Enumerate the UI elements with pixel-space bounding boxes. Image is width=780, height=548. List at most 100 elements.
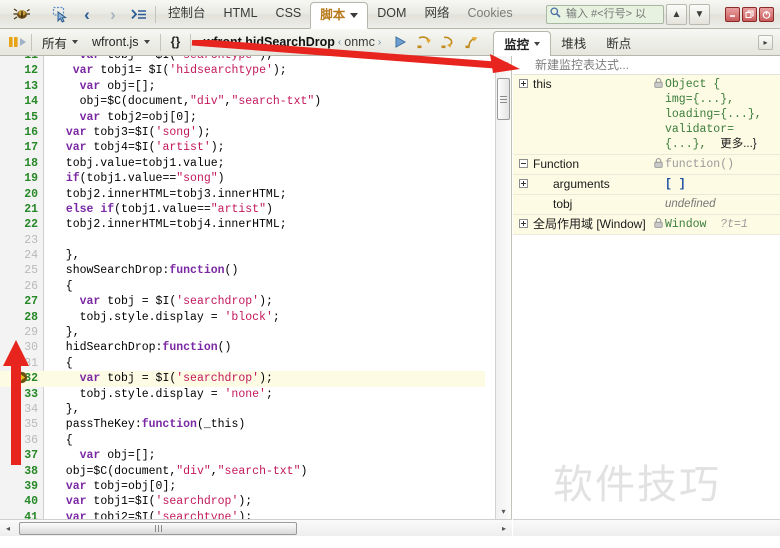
code-line[interactable]: 14 obj=$C(document,"div","search-txt")	[0, 94, 485, 109]
line-number[interactable]: 40	[0, 494, 44, 509]
code-line[interactable]: 18 tobj.value=tobj1.value;	[0, 156, 485, 171]
line-number[interactable]: 18	[0, 156, 44, 171]
watch-row[interactable]: thisObject { img={...}, loading={...}, v…	[513, 75, 780, 155]
line-number[interactable]: 39	[0, 479, 44, 494]
line-number[interactable]: 14	[0, 94, 44, 109]
code-line[interactable]: 39 var tobj=obj[0];	[0, 479, 485, 494]
tab-script[interactable]: 脚本	[310, 2, 368, 29]
line-number[interactable]: 29	[0, 325, 44, 340]
firebug-bug-icon[interactable]	[8, 2, 34, 26]
breadcrumb-next-function[interactable]: onmc	[344, 35, 375, 49]
line-number[interactable]: 15	[0, 110, 44, 125]
line-number[interactable]: 36	[0, 433, 44, 448]
line-number[interactable]: 25	[0, 263, 44, 278]
line-number[interactable]: 11	[0, 56, 44, 63]
watch-row[interactable]: arguments[ ]	[513, 175, 780, 195]
line-number[interactable]: 19	[0, 171, 44, 186]
panel-menu-button[interactable]	[126, 2, 152, 26]
nav-forward-button[interactable]: ›	[100, 2, 126, 26]
code-line[interactable]: 22 tobj2.innerHTML=tobj4.innerHTML;	[0, 217, 485, 232]
hscroll-left-button[interactable]: ◂	[0, 520, 16, 536]
code-line[interactable]: 11 var tobj = $I('searchtype');	[0, 56, 485, 63]
line-number[interactable]: 20	[0, 187, 44, 202]
step-out-button[interactable]	[460, 31, 484, 53]
expand-toggle-icon[interactable]	[513, 75, 533, 154]
line-number[interactable]: 30	[0, 340, 44, 355]
expand-toggle-icon[interactable]	[513, 215, 533, 234]
code-line[interactable]: 38 obj=$C(document,"div","search-txt")	[0, 464, 485, 479]
code-line[interactable]: 23	[0, 233, 485, 248]
code-line[interactable]: 16 var tobj3=$I('song');	[0, 125, 485, 140]
line-number[interactable]: 21	[0, 202, 44, 217]
tab-html[interactable]: HTML	[215, 0, 267, 29]
code-line[interactable]: 36 {	[0, 433, 485, 448]
line-number[interactable]: 31	[0, 356, 44, 371]
tab-console[interactable]: 控制台	[159, 0, 215, 29]
line-number[interactable]: 27	[0, 294, 44, 309]
code-line[interactable]: 17 var tobj4=$I('artist');	[0, 140, 485, 155]
horizontal-scroll-thumb[interactable]	[19, 522, 297, 535]
new-watch-expression-input[interactable]: 新建监控表达式...	[513, 56, 780, 75]
breakpoint-marker-icon[interactable]	[15, 371, 28, 384]
line-number[interactable]: 23	[0, 233, 44, 248]
close-button[interactable]	[759, 7, 774, 22]
code-line[interactable]: 13 var obj=[];	[0, 79, 485, 94]
search-prev-button[interactable]: ▲	[666, 4, 687, 25]
code-line[interactable]: 31 {	[0, 356, 485, 371]
inspect-element-icon[interactable]	[48, 2, 74, 26]
code-line[interactable]: 40 var tobj1=$I('searchdrop');	[0, 494, 485, 509]
code-vertical-scrollbar[interactable]: ▾	[495, 56, 511, 519]
code-line[interactable]: 27 var tobj = $I('searchdrop');	[0, 294, 485, 309]
code-line[interactable]: 28 tobj.style.display = 'block';	[0, 310, 485, 325]
line-number[interactable]: 24	[0, 248, 44, 263]
watch-row[interactable]: tobjundefined	[513, 195, 780, 215]
search-input[interactable]	[564, 7, 659, 21]
nav-back-button[interactable]: ‹	[74, 2, 100, 26]
code-line[interactable]: 26 {	[0, 279, 485, 294]
search-next-button[interactable]: ▼	[689, 4, 710, 25]
code-line[interactable]: 12 var tobj1= $I('hidsearchtype');	[0, 63, 485, 78]
tab-dom[interactable]: DOM	[368, 0, 415, 29]
line-number[interactable]: 17	[0, 140, 44, 155]
code-line[interactable]: 15 var tobj2=obj[0];	[0, 110, 485, 125]
code-line[interactable]: 21 else if(tobj1.value=="artist")	[0, 202, 485, 217]
line-number[interactable]: 12	[0, 63, 44, 78]
code-line[interactable]: 35 passTheKey:function(_this)	[0, 417, 485, 432]
step-into-button[interactable]	[436, 31, 460, 53]
watch-row[interactable]: Functionfunction()	[513, 155, 780, 175]
breadcrumb-prev-icon[interactable]: ‹	[194, 37, 203, 48]
collapse-toggle-icon[interactable]	[513, 155, 533, 174]
line-number[interactable]: 32	[0, 371, 44, 386]
code-line[interactable]: 41 var tobj2=$I('searchtype');	[0, 510, 485, 519]
code-line[interactable]: 34 },	[0, 402, 485, 417]
code-line[interactable]: 32 var tobj = $I('searchdrop');	[0, 371, 485, 386]
hscroll-right-button[interactable]: ▸	[496, 520, 512, 536]
line-number[interactable]: 16	[0, 125, 44, 140]
line-number[interactable]: 38	[0, 464, 44, 479]
line-number[interactable]: 13	[0, 79, 44, 94]
scope-selector[interactable]: 所有	[35, 29, 85, 55]
line-number[interactable]: 22	[0, 217, 44, 232]
code-line[interactable]: 33 tobj.style.display = 'none';	[0, 387, 485, 402]
line-number[interactable]: 41	[0, 510, 44, 519]
line-number[interactable]: 35	[0, 417, 44, 432]
code-horizontal-scrollbar[interactable]: ◂ ▸	[0, 519, 512, 536]
tab-watch[interactable]: 监控	[493, 31, 551, 57]
code-line[interactable]: 29 },	[0, 325, 485, 340]
step-over-button[interactable]	[412, 31, 436, 53]
tab-stack[interactable]: 堆栈	[551, 29, 596, 56]
code-scroll-region[interactable]: 11 var tobj = $I('searchtype');12 var to…	[0, 56, 485, 519]
pause-on-exceptions-button[interactable]	[8, 35, 28, 49]
code-line[interactable]: 30 hidSearchDrop:function()	[0, 340, 485, 355]
tab-css[interactable]: CSS	[267, 0, 311, 29]
expand-toggle-icon[interactable]	[513, 175, 533, 194]
code-line[interactable]: 19 if(tobj1.value=="song")	[0, 171, 485, 186]
code-scroll-down-button[interactable]: ▾	[496, 504, 511, 519]
code-line[interactable]: 24 },	[0, 248, 485, 263]
code-line[interactable]: 25 showSearchDrop:function()	[0, 263, 485, 278]
function-braces-button[interactable]: {}	[164, 29, 188, 55]
code-line[interactable]: 37 var obj=[];	[0, 448, 485, 463]
line-number[interactable]: 33	[0, 387, 44, 402]
tab-breakpoints[interactable]: 断点	[596, 29, 641, 56]
line-number[interactable]: 26	[0, 279, 44, 294]
